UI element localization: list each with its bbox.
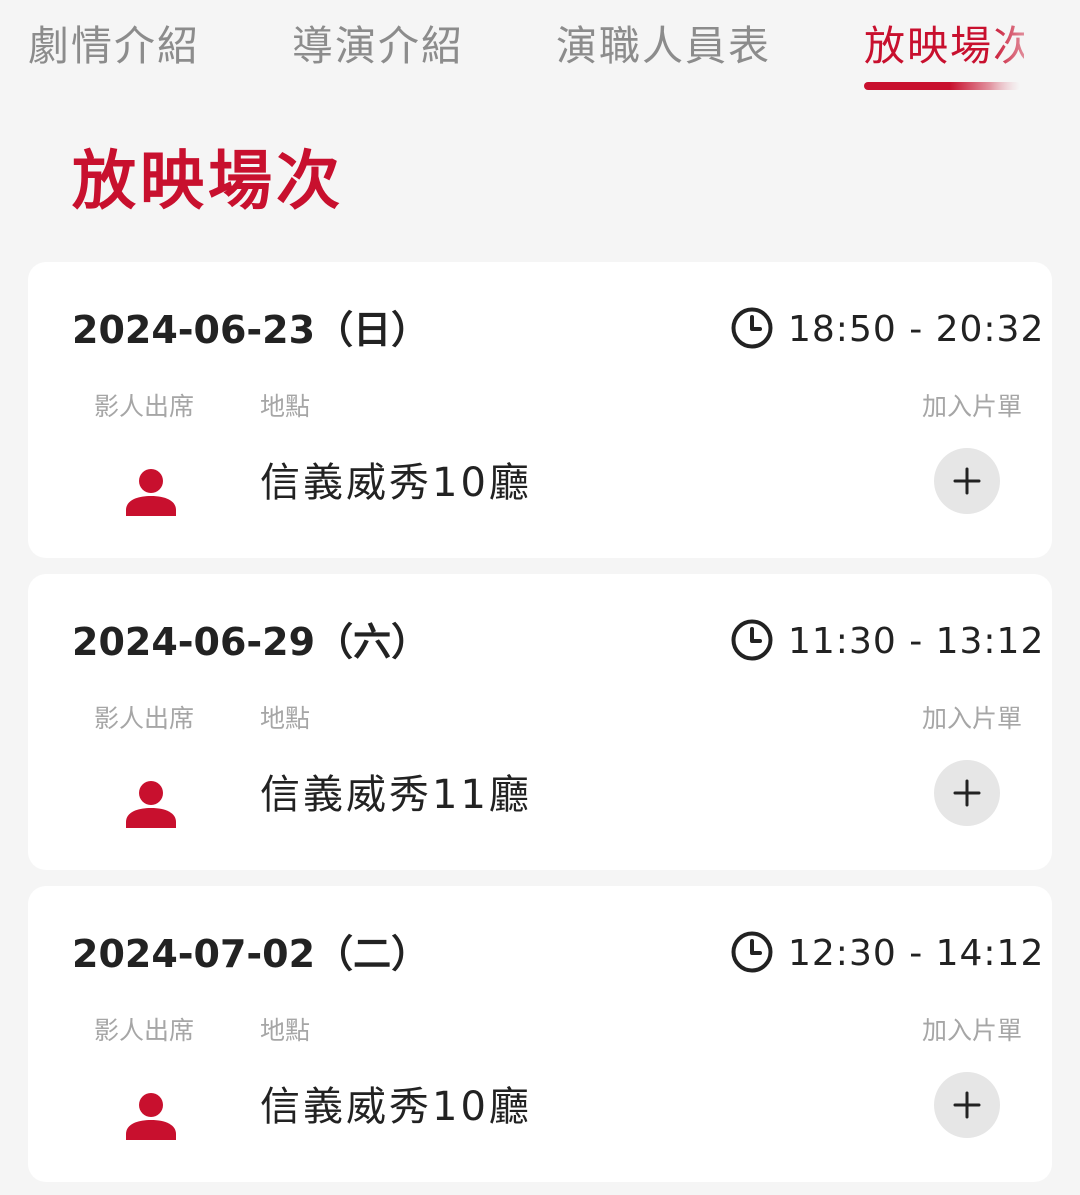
person-icon <box>126 1093 176 1140</box>
add-to-list-label: 加入片單 <box>921 392 1022 421</box>
clock-icon <box>731 307 773 349</box>
plus-icon <box>953 779 981 807</box>
add-to-list-button[interactable] <box>934 1072 1000 1138</box>
screening-card: 2024-06-29（六） 11:30 - 13:12 影人出席 地點 加入片單… <box>28 574 1052 870</box>
tab-synopsis[interactable]: 劇情介紹 <box>28 20 200 72</box>
location-label: 地點 <box>260 392 311 421</box>
venue-name: 信義威秀11廳 <box>260 772 532 818</box>
screening-time: 12:30 - 14:12 <box>788 933 1045 974</box>
person-icon <box>126 781 176 828</box>
tab-director[interactable]: 導演介紹 <box>292 20 464 72</box>
screening-time: 11:30 - 13:12 <box>788 621 1045 662</box>
screening-date: 2024-06-29（六） <box>72 620 430 664</box>
guest-attendance-label: 影人出席 <box>94 1016 195 1045</box>
section-title: 放映場次 <box>72 145 344 219</box>
add-to-list-label: 加入片單 <box>921 1016 1022 1045</box>
add-to-list-button[interactable] <box>934 760 1000 826</box>
clock-icon <box>731 619 773 661</box>
tab-bar: 劇情介紹 導演介紹 演職人員表 放映場次 <box>0 0 1080 96</box>
guest-attendance-label: 影人出席 <box>94 704 195 733</box>
person-icon <box>126 469 176 516</box>
location-label: 地點 <box>260 1016 311 1045</box>
screenings-section: 放映場次 2024-06-23（日） 18:50 - 20:32 影人出席 地點… <box>0 96 1080 1195</box>
venue-name: 信義威秀10廳 <box>260 1084 532 1130</box>
screening-date: 2024-07-02（二） <box>72 932 430 976</box>
screening-card: 2024-07-02（二） 12:30 - 14:12 影人出席 地點 加入片單… <box>28 886 1052 1182</box>
add-to-list-button[interactable] <box>934 448 1000 514</box>
screening-card: 2024-06-23（日） 18:50 - 20:32 影人出席 地點 加入片單… <box>28 262 1052 558</box>
location-label: 地點 <box>260 704 311 733</box>
clock-icon <box>731 931 773 973</box>
screening-time: 18:50 - 20:32 <box>788 309 1045 350</box>
add-to-list-label: 加入片單 <box>921 704 1022 733</box>
plus-icon <box>953 1091 981 1119</box>
tab-scroll-fade <box>990 0 1080 96</box>
plus-icon <box>953 467 981 495</box>
screening-date: 2024-06-23（日） <box>72 308 430 352</box>
venue-name: 信義威秀10廳 <box>260 460 532 506</box>
tab-cast-crew[interactable]: 演職人員表 <box>556 20 771 72</box>
guest-attendance-label: 影人出席 <box>94 392 195 421</box>
